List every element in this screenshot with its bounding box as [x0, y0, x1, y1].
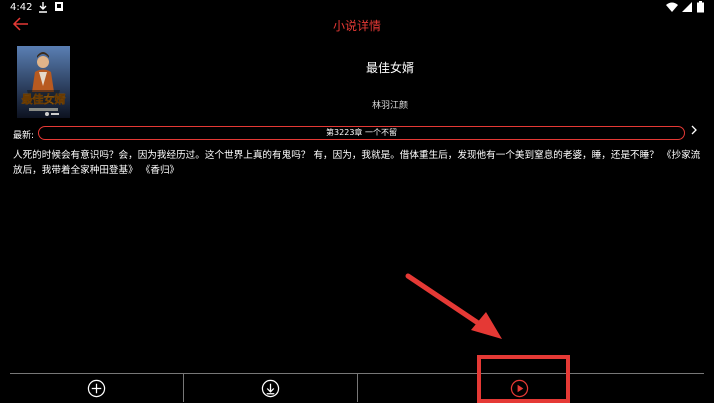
annotation-highlight-box — [477, 355, 570, 403]
chevron-right-icon[interactable] — [690, 124, 698, 139]
page-title: 小说详情 — [332, 19, 381, 33]
download-button[interactable] — [184, 374, 358, 402]
book-title: 最佳女婿 — [365, 61, 414, 75]
download-circle-icon — [261, 379, 280, 398]
book-description: 人死的时候会有意识吗？会，因为我经历过。这个世界上真的有鬼吗？ 有，因为，我就是… — [13, 150, 701, 176]
bottom-action-bar — [10, 373, 704, 402]
status-bar: 4:42 — [0, 0, 714, 16]
download-icon — [38, 1, 48, 16]
notification-icon — [54, 1, 64, 16]
latest-label: 最新: — [13, 131, 35, 141]
add-to-shelf-button[interactable] — [10, 374, 184, 402]
plus-circle-icon — [87, 379, 106, 398]
book-cover: 最佳女婿 — [17, 46, 70, 118]
cover-title: 最佳女婿 — [22, 92, 67, 106]
wifi-icon — [666, 1, 678, 16]
book-author: 林羽江颜 — [371, 101, 408, 111]
signal-icon — [682, 1, 693, 16]
app-bar: 小说详情 — [0, 16, 714, 38]
latest-chapter-button[interactable]: 第3223章 一个不留 — [38, 126, 685, 140]
battery-icon — [697, 1, 704, 16]
status-time: 4:42 — [10, 2, 33, 13]
